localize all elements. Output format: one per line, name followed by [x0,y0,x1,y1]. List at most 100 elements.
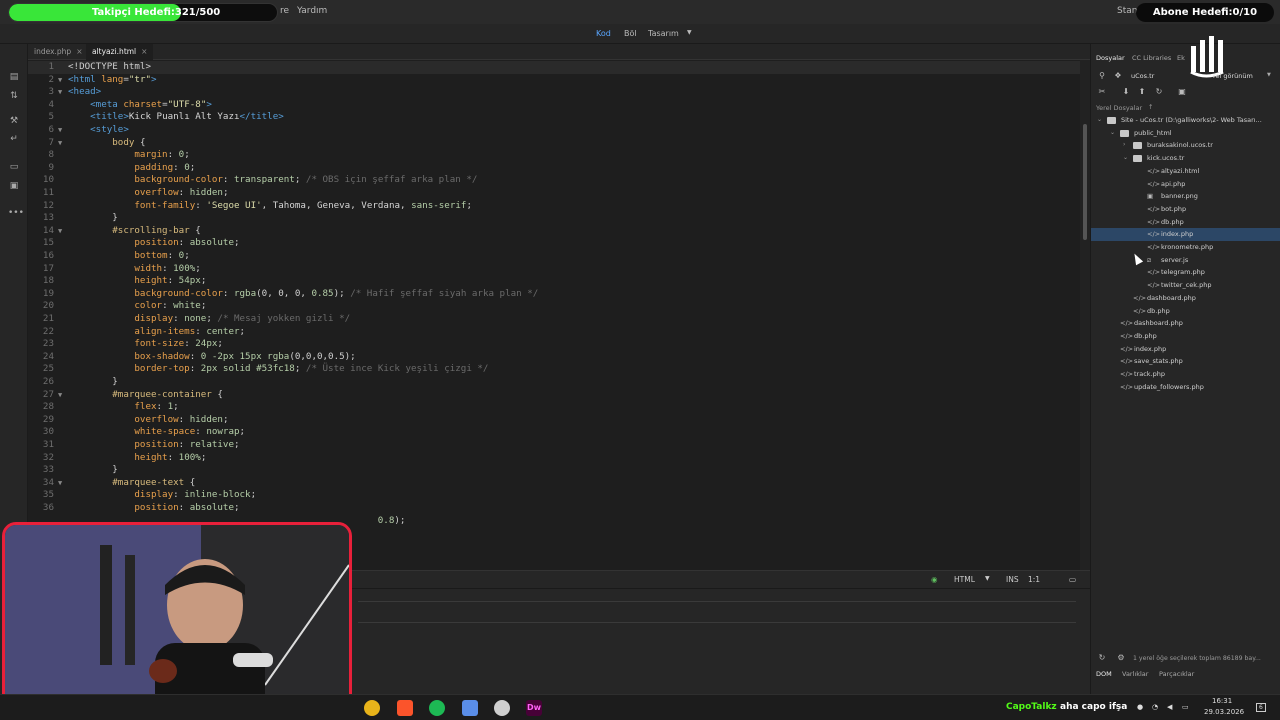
chevron-down-icon[interactable]: ▼ [1267,72,1271,78]
code-line[interactable]: 33 } [28,464,1080,477]
chrome-icon[interactable] [364,700,380,716]
battery-icon[interactable]: ▭ [1182,703,1189,711]
tree-folder[interactable]: ⌄ Site - uCos.tr (D:\galliworks\2- Web Ta… [1091,114,1280,127]
filter-icon[interactable]: ⚲ [1097,71,1107,81]
expand-icon[interactable]: ▣ [1177,87,1187,97]
code-line[interactable]: 9 padding: 0; [28,162,1080,175]
preview-icon[interactable]: ▭ [1069,575,1076,584]
tree-file[interactable]: </> update_followers.php [1091,381,1280,394]
code-line[interactable]: 27 ▼ #marquee-container { [28,389,1080,402]
spotify-icon[interactable] [429,700,445,716]
view-select[interactable]: rel görünüm [1213,72,1253,80]
tree-file[interactable]: </> track.php [1091,368,1280,381]
snippet-icon[interactable]: ▣ [8,181,20,191]
tree-file[interactable]: </> db.php [1091,305,1280,318]
code-line[interactable]: 20 color: white; [28,300,1080,313]
language-select[interactable]: HTML [954,575,975,584]
fold-arrow-icon[interactable]: ▼ [58,225,62,238]
tree-file[interactable]: </> dashboard.php [1091,292,1280,305]
chevron-down-icon[interactable]: ⌄ [1123,152,1128,165]
wrap-icon[interactable]: ↵ [8,134,20,144]
code-view-button[interactable]: Kod [596,29,611,38]
tree-file[interactable]: </> api.php [1091,178,1280,191]
code-line[interactable]: 17 width: 100%; [28,263,1080,276]
code-line[interactable]: 24 box-shadow: 0 -2px 15px rgba(0,0,0,0.… [28,351,1080,364]
notification-badge[interactable]: 6 [1256,703,1266,712]
more-icon[interactable]: ••• [8,208,24,218]
code-line[interactable]: 30 white-space: nowrap; [28,426,1080,439]
tab-dom[interactable]: DOM [1096,670,1112,678]
code-line[interactable]: 8 margin: 0; [28,149,1080,162]
tree-file[interactable]: </> altyazi.html [1091,165,1280,178]
tree-folder[interactable]: ⌄ kick.ucos.tr [1091,152,1280,165]
code-line[interactable]: 35 display: inline-block; [28,489,1080,502]
tree-file[interactable]: </> kronometre.php [1091,241,1280,254]
scrollbar-thumb[interactable] [1083,124,1087,240]
code-line[interactable]: 13 } [28,212,1080,225]
fold-arrow-icon[interactable]: ▼ [58,74,62,87]
fold-arrow-icon[interactable]: ▼ [58,477,62,490]
chevron-down-icon[interactable]: ⌄ [1097,114,1102,127]
tree-file[interactable]: </> db.php [1091,216,1280,229]
code-line[interactable]: 7 ▼ body { [28,137,1080,150]
clock-time[interactable]: 16:31 [1212,697,1232,705]
code-line[interactable]: 3 ▼ <head> [28,86,1080,99]
split-view-button[interactable]: Böl [624,29,637,38]
tree-file[interactable]: </> dashboard.php [1091,317,1280,330]
tree-file[interactable]: ▣ banner.png [1091,190,1280,203]
wifi-icon[interactable]: ◔ [1152,703,1158,711]
tree-folder[interactable]: ⌄ public_html [1091,127,1280,140]
obs-icon[interactable] [494,700,510,716]
close-icon[interactable]: × [141,47,147,56]
file-explorer-icon[interactable] [462,700,478,716]
refresh-icon[interactable]: ↻ [1154,87,1164,97]
code-line[interactable]: 26 } [28,376,1080,389]
tab-assets[interactable]: Varlıklar [1122,670,1148,678]
comment-icon[interactable]: ▭ [8,162,20,172]
get-icon[interactable]: ⬇ [1121,87,1131,97]
sort-arrow-icon[interactable]: ↑ [1148,103,1153,111]
fold-arrow-icon[interactable]: ▼ [58,124,62,137]
code-line[interactable]: 11 overflow: hidden; [28,187,1080,200]
microphone-icon[interactable]: ● [1137,703,1143,711]
clock-date[interactable]: 29.03.2026 [1204,708,1244,716]
tree-file[interactable]: ⧄ server.js [1091,254,1280,267]
menu-item-help[interactable]: Yardım [297,6,327,16]
tab-cc-libraries[interactable]: CC Libraries [1132,54,1171,62]
tree-file[interactable]: </> save_stats.php [1091,355,1280,368]
put-icon[interactable]: ⬆ [1137,87,1147,97]
code-editor[interactable]: 1 <!DOCTYPE html> 2 ▼ <html lang="tr"> 3 ▼ <hea… [28,60,1080,570]
site-icon[interactable]: ❖ [1113,71,1123,81]
tree-file[interactable]: </> twitter_cek.php [1091,279,1280,292]
code-line[interactable]: 15 position: absolute; [28,237,1080,250]
tab-snippets[interactable]: Parçacıklar [1159,670,1194,678]
code-line[interactable]: 5 <title>Kick Puanlı Alt Yazı</title> [28,111,1080,124]
chevron-down-icon[interactable]: ⌄ [1110,127,1115,140]
code-line[interactable]: 21 display: none; /* Mesaj yokken gizli … [28,313,1080,326]
code-line[interactable]: 2 ▼ <html lang="tr"> [28,74,1080,87]
code-line[interactable]: 19 background-color: rgba(0, 0, 0, 0.85)… [28,288,1080,301]
design-view-button[interactable]: Tasarım [648,29,679,38]
code-line[interactable]: 14 ▼ #scrolling-bar { [28,225,1080,238]
dreamweaver-icon[interactable]: Dw [526,700,542,716]
code-line[interactable]: 29 overflow: hidden; [28,414,1080,427]
brave-icon[interactable] [397,700,413,716]
tab-index-php[interactable]: index.php × [28,44,88,60]
tree-file[interactable]: </> telegram.php [1091,266,1280,279]
code-line[interactable]: 25 border-top: 2px solid #53fc18; /* Üst… [28,363,1080,376]
code-line[interactable]: 4 <meta charset="UTF-8"> [28,99,1080,112]
code-line[interactable]: 34 ▼ #marquee-text { [28,477,1080,490]
connect-icon[interactable]: ✂ [1097,87,1107,97]
fold-arrow-icon[interactable]: ▼ [58,86,62,99]
code-line[interactable]: 28 flex: 1; [28,401,1080,414]
code-line[interactable]: 10 background-color: transparent; /* OBS… [28,174,1080,187]
file-icon[interactable]: ▤ [8,72,20,82]
code-line[interactable]: 18 height: 54px; [28,275,1080,288]
refresh-icon[interactable]: ↻ [1097,653,1107,663]
chevron-right-icon[interactable]: › [1123,139,1125,152]
code-line[interactable]: 31 position: relative; [28,439,1080,452]
code-line[interactable]: 1 <!DOCTYPE html> [28,61,1080,74]
tree-file[interactable]: </> db.php [1091,330,1280,343]
code-line[interactable]: 16 bottom: 0; [28,250,1080,263]
chevron-down-icon[interactable]: ▼ [985,575,990,582]
